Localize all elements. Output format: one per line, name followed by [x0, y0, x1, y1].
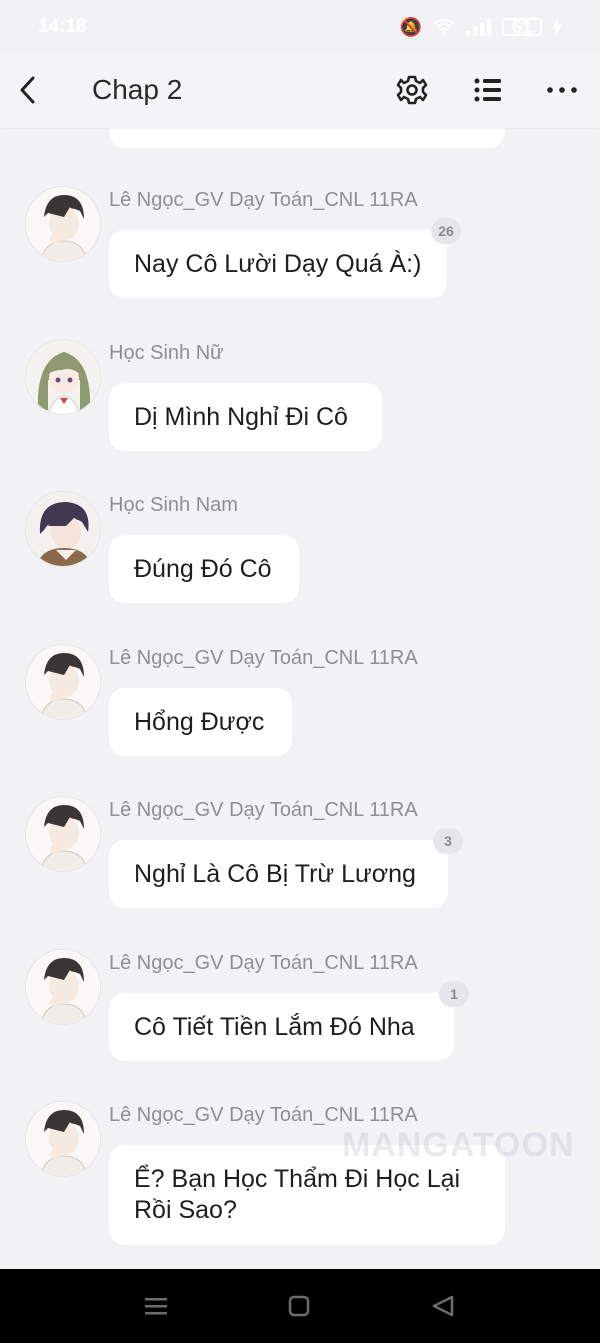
- chat-area[interactable]: Lê Ngọc_GV Dạy Toán_CNL 11RA Nay Cô Lười…: [0, 128, 600, 1269]
- sender-name: Lê Ngọc_GV Dạy Toán_CNL 11RA: [109, 189, 418, 211]
- recent-apps-icon: [145, 1298, 167, 1315]
- comment-count-badge[interactable]: 3: [433, 828, 463, 854]
- message-text: Hổng Được: [134, 707, 265, 736]
- back-icon: [432, 1295, 454, 1317]
- message-text: Cô Tiết Tiền Lắm Đó Nha: [134, 1012, 415, 1041]
- comment-count-badge[interactable]: 1: [439, 981, 469, 1007]
- back-arrow-icon: [20, 76, 35, 104]
- sender-name: Học Sinh Nữ: [109, 342, 224, 364]
- message-text: Ể? Bạn Học Thẩm Đi Học Lại Rồi Sao?: [134, 1165, 461, 1224]
- recent-apps-button[interactable]: [141, 1291, 171, 1321]
- teacher-avatar[interactable]: [25, 186, 101, 262]
- sender-name: Lê Ngọc_GV Dạy Toán_CNL 11RA: [109, 952, 418, 974]
- sender-name: Lê Ngọc_GV Dạy Toán_CNL 11RA: [109, 647, 418, 669]
- sender-name: Lê Ngọc_GV Dạy Toán_CNL 11RA: [109, 799, 418, 821]
- message-text: Nghỉ Là Cô Bị Trừ Lương: [134, 859, 416, 888]
- sender-name: Lê Ngọc_GV Dạy Toán_CNL 11RA: [109, 1104, 418, 1126]
- wifi-icon: [433, 19, 455, 35]
- message-bubble[interactable]: Đúng Đó Cô: [109, 535, 299, 603]
- comment-count-badge[interactable]: 26: [431, 218, 461, 244]
- teacher-avatar[interactable]: [25, 644, 101, 720]
- message-text: Dị Mình Nghỉ Đi Cô: [134, 402, 348, 431]
- more-options-button[interactable]: [544, 72, 580, 108]
- status-icons: 🔕 61: [400, 17, 562, 38]
- message-bubble[interactable]: Dị Mình Nghỉ Đi Cô: [109, 383, 382, 451]
- status-bar: 14:18 🔕 61: [0, 0, 600, 54]
- page-title: Chap 2: [92, 74, 183, 105]
- message-bubble[interactable]: Nay Cô Lười Dạy Quá À:) 26: [109, 218, 461, 298]
- charging-icon: [552, 18, 562, 36]
- system-nav-bar: [0, 1269, 600, 1343]
- message-text: Đúng Đó Cô: [134, 554, 272, 583]
- watermark-logo: MANGATOON: [342, 1126, 575, 1164]
- app-header: Chap 2: [0, 54, 600, 128]
- back-button[interactable]: [14, 74, 44, 106]
- message-bubble[interactable]: Cô Tiết Tiền Lắm Đó Nha 1: [109, 981, 469, 1061]
- message-text: Nay Cô Lười Dạy Quá À:): [134, 249, 422, 278]
- status-time: 14:18: [38, 16, 87, 37]
- mute-icon: 🔕: [399, 16, 422, 37]
- girl-student-avatar[interactable]: [25, 339, 101, 415]
- signal-icon: [466, 19, 491, 36]
- system-back-button[interactable]: [428, 1291, 458, 1321]
- boy-student-avatar[interactable]: [25, 491, 101, 567]
- more-icon: [547, 87, 577, 93]
- previous-message-bubble: [109, 128, 505, 148]
- battery-icon: 61: [502, 18, 542, 36]
- list-icon: [474, 78, 501, 102]
- teacher-avatar[interactable]: [25, 1101, 101, 1177]
- teacher-avatar[interactable]: [25, 796, 101, 872]
- message-bubble[interactable]: Nghỉ Là Cô Bị Trừ Lương 3: [109, 828, 463, 908]
- battery-level: 61: [511, 17, 533, 37]
- sender-name: Học Sinh Nam: [109, 494, 238, 516]
- message-bubble[interactable]: Hổng Được: [109, 688, 292, 756]
- gear-icon: [396, 75, 428, 105]
- teacher-avatar[interactable]: [25, 949, 101, 1025]
- home-button[interactable]: [285, 1291, 315, 1321]
- settings-button[interactable]: [394, 72, 430, 108]
- chapter-list-button[interactable]: [470, 72, 506, 108]
- home-icon: [288, 1295, 310, 1317]
